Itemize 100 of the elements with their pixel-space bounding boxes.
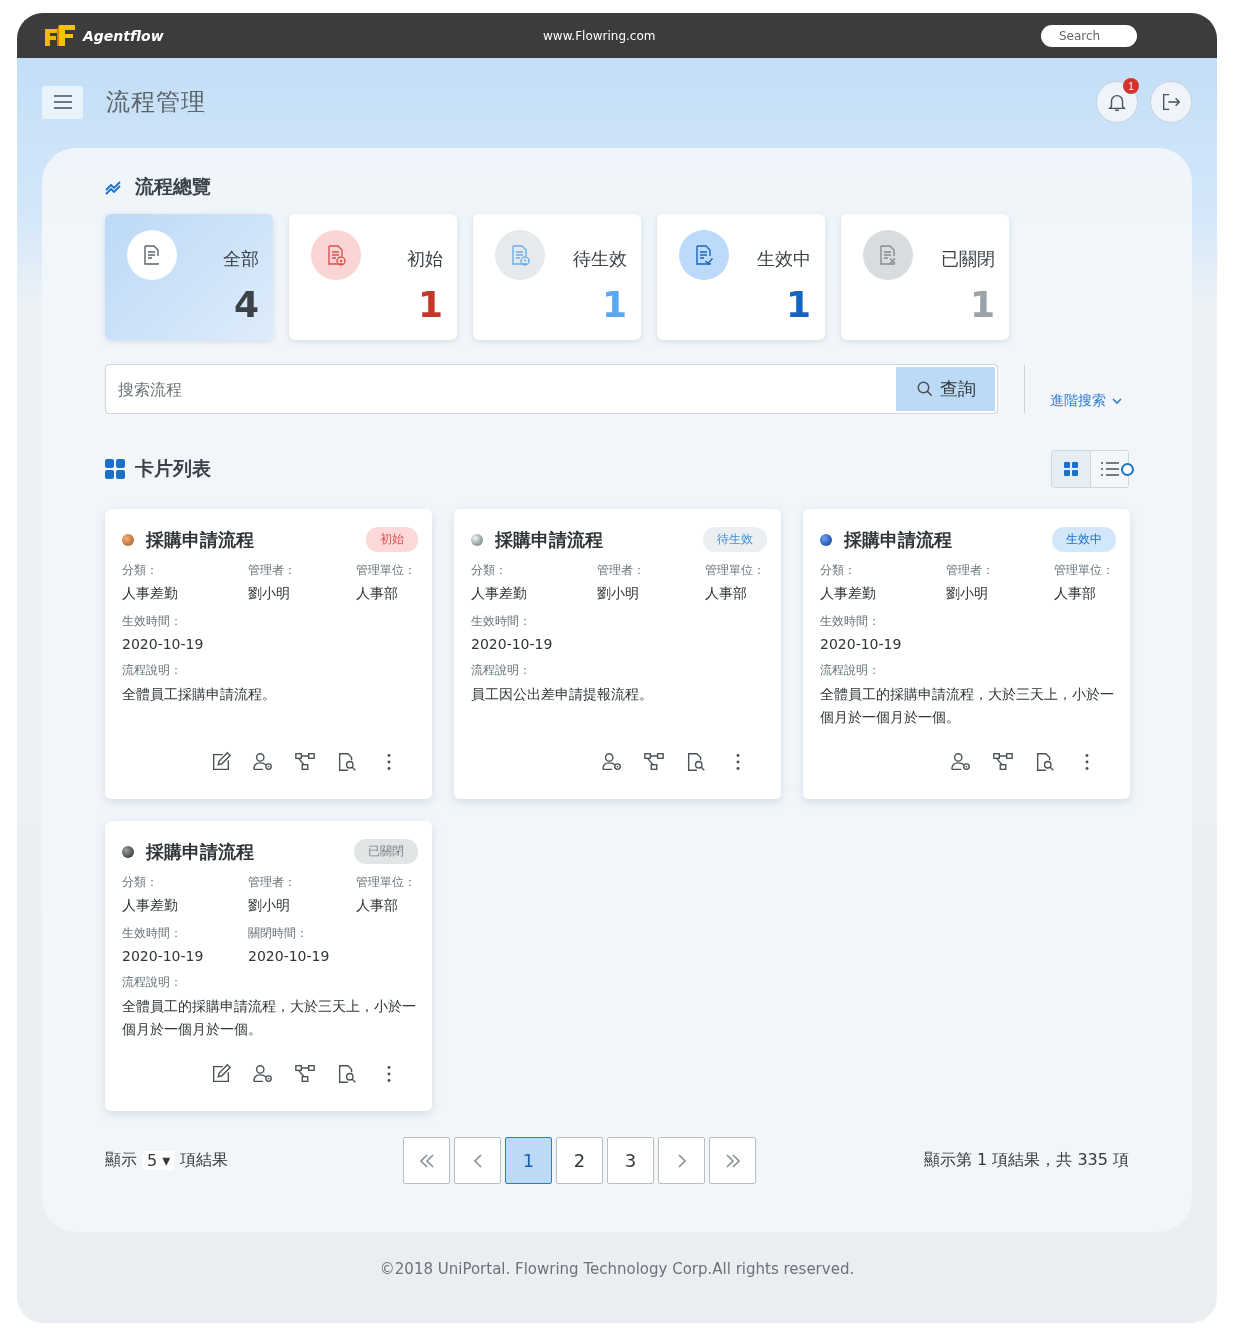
field-label: 管理單位： [705, 562, 766, 579]
card-title: 採購申請流程 [495, 527, 604, 552]
field-label: 管理者： [597, 562, 646, 579]
advanced-search-link[interactable]: 進階搜索 [1050, 392, 1122, 410]
field-value: 2020-10-19 [820, 636, 903, 652]
status-tag: 生效中 [1052, 527, 1116, 552]
status-dot [820, 533, 832, 546]
user-gear-icon[interactable] [601, 751, 623, 773]
flow-diagram-icon[interactable] [294, 751, 316, 773]
field-value: 2020-10-19 [122, 636, 205, 652]
grid-view-button[interactable] [1052, 451, 1090, 487]
grid-icon [1064, 462, 1078, 476]
field-label: 生效時間： [122, 613, 183, 630]
field-value: 人事部 [1054, 585, 1097, 603]
field-value: 劉小明 [946, 585, 989, 603]
user-gear-icon[interactable] [252, 751, 274, 773]
first-page-icon [419, 1153, 434, 1168]
status-count: 1 [416, 287, 443, 327]
process-card[interactable]: 採購申請流程 初始 分類： 人事差勤 管理者： 劉小明 管理單位： 人事部 生效時間： 2020-10-19 流程說明： 全體員工採購申請流程。 [105, 509, 432, 799]
status-count: 1 [600, 287, 627, 327]
field-label: 管理單位： [1054, 562, 1115, 579]
previous-icon [473, 1153, 482, 1168]
field-value: 人事差勤 [471, 585, 528, 603]
menu-button[interactable] [42, 85, 83, 119]
edit-icon[interactable] [210, 751, 232, 773]
field-value: 人事差勤 [820, 585, 877, 603]
field-label: 流程說明： [820, 662, 881, 679]
document-search-icon[interactable] [685, 751, 707, 773]
field-label: 管理單位： [356, 874, 417, 891]
card-title: 採購申請流程 [146, 527, 255, 552]
status-card[interactable]: 已關閉 1 [841, 214, 1009, 340]
field-value: 劉小明 [248, 897, 291, 915]
user-gear-icon[interactable] [950, 751, 972, 773]
card-title: 採購申請流程 [146, 839, 255, 864]
status-label: 全部 [222, 246, 259, 271]
flow-diagram-icon[interactable] [992, 751, 1014, 773]
description-text: 全體員工的採購申請流程，大於三天上，小於一個月於一個月於一個。 [122, 997, 417, 1039]
field-label: 生效時間： [122, 925, 183, 942]
page-size-select[interactable]: 5 ▾ [143, 1151, 175, 1170]
page-button[interactable]: 2 [556, 1137, 603, 1184]
search-field[interactable]: Search [1041, 24, 1137, 47]
logout-button[interactable] [1150, 81, 1192, 123]
field-label: 管理者： [248, 562, 297, 579]
notification-badge: 1 [1123, 78, 1139, 94]
status-dot [122, 533, 134, 546]
notification-button[interactable]: 1 [1096, 81, 1138, 123]
status-tag: 已關閉 [354, 839, 418, 864]
card-title: 採購申請流程 [844, 527, 953, 552]
status-tag: 待生效 [703, 527, 767, 552]
logout-icon [1160, 91, 1182, 113]
description-text: 全體員工採購申請流程。 [122, 685, 277, 704]
field-value: 2020-10-19 [471, 636, 554, 652]
document-search-icon[interactable] [1034, 751, 1056, 773]
status-count: 1 [968, 287, 995, 327]
description-text: 員工因公出差申請提報流程。 [471, 685, 654, 704]
flow-diagram-icon[interactable] [643, 751, 665, 773]
field-value: 人事部 [356, 897, 399, 915]
status-card[interactable]: 待生效 1 [473, 214, 641, 340]
status-card[interactable]: 生效中 1 [657, 214, 825, 340]
field-label: 關閉時間： [248, 925, 309, 942]
status-card[interactable]: 全部 4 [105, 214, 273, 340]
process-card[interactable]: 採購申請流程 待生效 分類： 人事差勤 管理者： 劉小明 管理單位： 人事部 生效時間： 2020-10-19 流程說明： 員工因公出差申請提報流程。 [454, 509, 781, 799]
document-search-icon[interactable] [336, 751, 358, 773]
status-tag: 初始 [366, 527, 418, 552]
status-card[interactable]: 初始 1 [289, 214, 457, 340]
field-value: 人事部 [356, 585, 399, 603]
section-title: 流程總覽 [135, 174, 211, 199]
field-label: 分類： [122, 562, 159, 579]
field-value: 2020-10-19 [248, 948, 331, 964]
field-label: 分類： [122, 874, 159, 891]
field-label: 生效時間： [471, 613, 532, 630]
page-button[interactable]: 1 [505, 1137, 552, 1184]
process-card[interactable]: 採購申請流程 已關閉 分類： 人事差勤 管理者： 劉小明 管理單位： 人事部 生效時間： 2020-10-19 關閉時間： 2020-10-19 流程說明： 全體員工的採購申請流程，大於三天上，小於一個月於一個月於一個。 [105, 821, 432, 1111]
field-value: 劉小明 [248, 585, 291, 603]
flow-diagram-icon[interactable] [294, 1063, 316, 1085]
page-button[interactable]: 3 [607, 1137, 654, 1184]
section-title: 卡片列表 [135, 456, 211, 481]
status-dot [471, 533, 483, 546]
chevron-down-icon [1112, 397, 1122, 405]
site-url: www.Flowring.com [543, 28, 657, 43]
document-search-icon[interactable] [336, 1063, 358, 1085]
menu-icon [53, 95, 72, 109]
field-label: 流程說明： [122, 662, 183, 679]
status-label: 已關閉 [940, 246, 995, 271]
status-count: 1 [784, 287, 811, 327]
edit-icon[interactable] [210, 1063, 232, 1085]
process-card[interactable]: 採購申請流程 生效中 分類： 人事差勤 管理者： 劉小明 管理單位： 人事部 生效時間： 2020-10-19 流程說明： 全體員工的採購申請流程，大於三天上，小於一個月於一個月於一個。 [803, 509, 1130, 799]
field-label: 管理者： [946, 562, 995, 579]
status-label: 初始 [406, 246, 443, 271]
user-gear-icon[interactable] [252, 1063, 274, 1085]
last-page-icon [725, 1153, 740, 1168]
list-icon [1100, 462, 1119, 476]
field-label: 管理單位： [356, 562, 417, 579]
list-view-button[interactable] [1090, 451, 1128, 487]
field-label: 流程說明： [471, 662, 532, 679]
logo-icon [43, 22, 77, 49]
field-label: 流程說明： [122, 974, 183, 991]
copyright-text: ©2018 UniPortal. Flowring Technology Corp.All rights reserved. [378, 1260, 856, 1278]
status-dot [122, 845, 134, 858]
result-summary: 顯示第 1 項結果，共 335 項 [923, 1150, 1129, 1171]
